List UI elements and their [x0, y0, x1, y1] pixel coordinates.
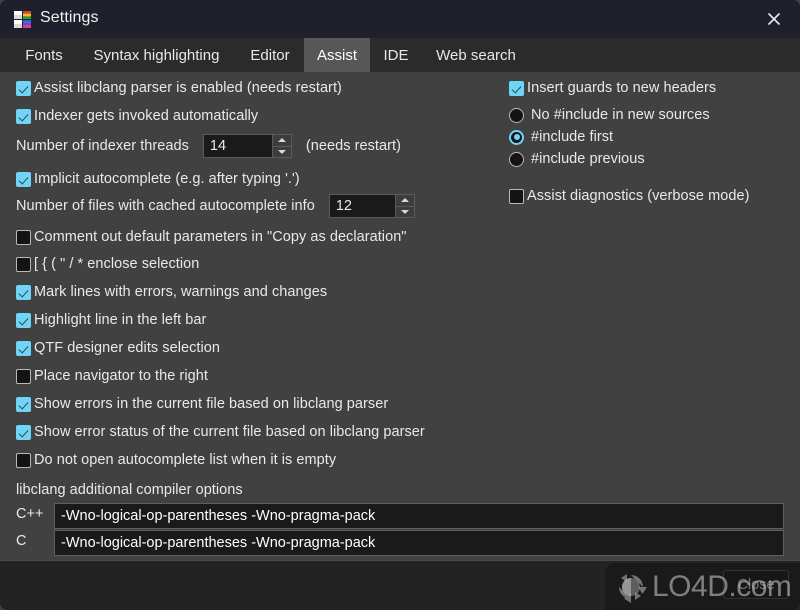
cached-autocomplete-input[interactable]: 12 — [328, 194, 395, 218]
row-radio-include-previous: #include previous — [509, 151, 645, 167]
checkbox-assist-diagnostics-verbose[interactable] — [509, 188, 524, 204]
tab-label: Assist — [316, 46, 357, 64]
checkbox-label: Show error status of the current file ba… — [34, 424, 425, 440]
tab-label: Web search — [436, 46, 516, 64]
checkbox-label: [ { ( " / * enclose selection — [34, 256, 200, 272]
label-cpp-options: C++ — [16, 506, 44, 522]
checkbox-implicit-autocomplete[interactable] — [16, 171, 31, 187]
c-compiler-options-input[interactable]: -Wno-logical-op-parentheses -Wno-pragma-… — [54, 530, 784, 556]
checkbox-label: QTF designer edits selection — [34, 340, 220, 356]
indexer-threads-suffix: (needs restart) — [305, 138, 401, 154]
radio-include-first[interactable] — [509, 129, 524, 145]
tab-web-search[interactable]: Web search — [422, 38, 530, 72]
checkbox-label: Place navigator to the right — [34, 368, 208, 384]
stepper-up-icon[interactable] — [272, 135, 291, 147]
row-enclose-selection: [ { ( " / * enclose selection — [16, 256, 199, 272]
tab-label: Fonts — [25, 46, 63, 64]
radio-no-include-new-sources[interactable] — [509, 107, 524, 123]
row-implicit-autocomplete: Implicit autocomplete (e.g. after typing… — [16, 171, 300, 187]
stepper-down-icon[interactable] — [395, 206, 414, 217]
row-qtf-designer: QTF designer edits selection — [16, 340, 220, 356]
checkbox-label: Assist diagnostics (verbose mode) — [527, 188, 750, 204]
checkbox-label: Indexer gets invoked automatically — [34, 108, 259, 124]
cached-autocomplete-stepper[interactable]: 12 — [328, 194, 415, 218]
window-close-icon[interactable] — [754, 3, 794, 35]
tab-bar: Fonts Syntax highlighting Editor Assist … — [0, 38, 800, 72]
assist-settings-pane: Assist libclang parser is enabled (needs… — [0, 72, 800, 560]
checkbox-label: Highlight line in the left bar — [34, 312, 207, 328]
checkbox-label: Show errors in the current file based on… — [34, 396, 389, 412]
checkbox-label: Mark lines with errors, warnings and cha… — [34, 284, 328, 300]
row-comment-out-default-parameters: Comment out default parameters in "Copy … — [16, 229, 407, 245]
tab-editor[interactable]: Editor — [239, 38, 301, 72]
tab-fonts[interactable]: Fonts — [14, 38, 74, 72]
tab-label: Syntax highlighting — [93, 46, 220, 64]
indexer-threads-label: Number of indexer threads — [16, 138, 189, 154]
stepper-down-icon[interactable] — [272, 146, 291, 157]
checkbox-label: Do not open autocomplete list when it is… — [34, 452, 337, 468]
checkbox-enclose-selection[interactable] — [16, 256, 31, 272]
row-cached-autocomplete: Number of files with cached autocomplete… — [16, 194, 415, 218]
c-row-label: C — [16, 533, 27, 549]
checkbox-insert-guards-new-headers[interactable] — [509, 80, 524, 96]
row-assist-libclang: Assist libclang parser is enabled (needs… — [16, 80, 342, 96]
radio-include-previous[interactable] — [509, 151, 524, 167]
radio-label: #include previous — [531, 151, 645, 167]
stepper-buttons — [394, 194, 415, 218]
checkbox-do-not-open-empty-autocomplete[interactable] — [16, 452, 31, 468]
row-assist-diagnostics: Assist diagnostics (verbose mode) — [509, 188, 749, 204]
close-button-label: Close — [737, 576, 775, 593]
checkbox-show-error-status-current-file[interactable] — [16, 424, 31, 440]
cpp-row-label: C++ — [16, 506, 44, 522]
row-show-errors: Show errors in the current file based on… — [16, 396, 388, 412]
row-do-not-open-autocomplete: Do not open autocomplete list when it is… — [16, 452, 336, 468]
compiler-options-section-label: libclang additional compiler options — [16, 482, 243, 498]
row-indexer-auto: Indexer gets invoked automatically — [16, 108, 258, 124]
checkbox-qtf-designer-edits-selection[interactable] — [16, 340, 31, 356]
tab-assist[interactable]: Assist — [304, 38, 370, 72]
section-label: libclang additional compiler options — [16, 482, 243, 498]
row-mark-lines: Mark lines with errors, warnings and cha… — [16, 284, 327, 300]
tab-syntax-highlighting[interactable]: Syntax highlighting — [78, 38, 235, 72]
row-radio-include-first: #include first — [509, 129, 613, 145]
row-highlight-line: Highlight line in the left bar — [16, 312, 206, 328]
app-blocks-icon — [14, 11, 31, 28]
checkbox-label: Assist libclang parser is enabled (needs… — [34, 80, 342, 96]
cpp-compiler-options-input[interactable]: -Wno-logical-op-parentheses -Wno-pragma-… — [54, 503, 784, 529]
radio-label: #include first — [531, 129, 614, 145]
checkbox-comment-out-default-parameters[interactable] — [16, 229, 31, 245]
indexer-threads-input[interactable]: 14 — [202, 134, 272, 158]
settings-window: Settings Fonts Syntax highlighting Edito… — [0, 0, 800, 610]
tab-ide[interactable]: IDE — [374, 38, 418, 72]
checkbox-assist-libclang-parser[interactable] — [16, 80, 31, 96]
checkbox-label: Insert guards to new headers — [527, 80, 717, 96]
window-title: Settings — [40, 9, 99, 26]
cached-autocomplete-label: Number of files with cached autocomplete… — [16, 198, 315, 214]
radio-label: No #include in new sources — [531, 107, 710, 123]
checkbox-highlight-line-left-bar[interactable] — [16, 312, 31, 328]
tab-label: IDE — [383, 46, 409, 64]
checkbox-mark-lines-with-errors[interactable] — [16, 284, 31, 300]
checkbox-show-errors-current-file[interactable] — [16, 396, 31, 412]
stepper-up-icon[interactable] — [395, 195, 414, 207]
close-button[interactable]: Close — [723, 570, 789, 599]
row-place-navigator: Place navigator to the right — [16, 368, 208, 384]
row-radio-no-include: No #include in new sources — [509, 107, 710, 123]
dialog-footer — [0, 560, 800, 610]
checkbox-label: Implicit autocomplete (e.g. after typing… — [34, 171, 300, 187]
tab-label: Editor — [250, 46, 290, 64]
checkbox-place-navigator-right[interactable] — [16, 368, 31, 384]
checkbox-label: Comment out default parameters in "Copy … — [34, 229, 407, 245]
indexer-threads-stepper[interactable]: 14 — [202, 134, 292, 158]
stepper-buttons — [271, 134, 292, 158]
label-c-options: C — [16, 533, 27, 549]
checkbox-indexer-invoked-automatically[interactable] — [16, 108, 31, 124]
title-bar: Settings — [0, 0, 800, 38]
row-indexer-threads: Number of indexer threads 14 (needs rest… — [16, 134, 401, 158]
row-insert-guards: Insert guards to new headers — [509, 80, 716, 96]
row-show-error-status: Show error status of the current file ba… — [16, 424, 425, 440]
